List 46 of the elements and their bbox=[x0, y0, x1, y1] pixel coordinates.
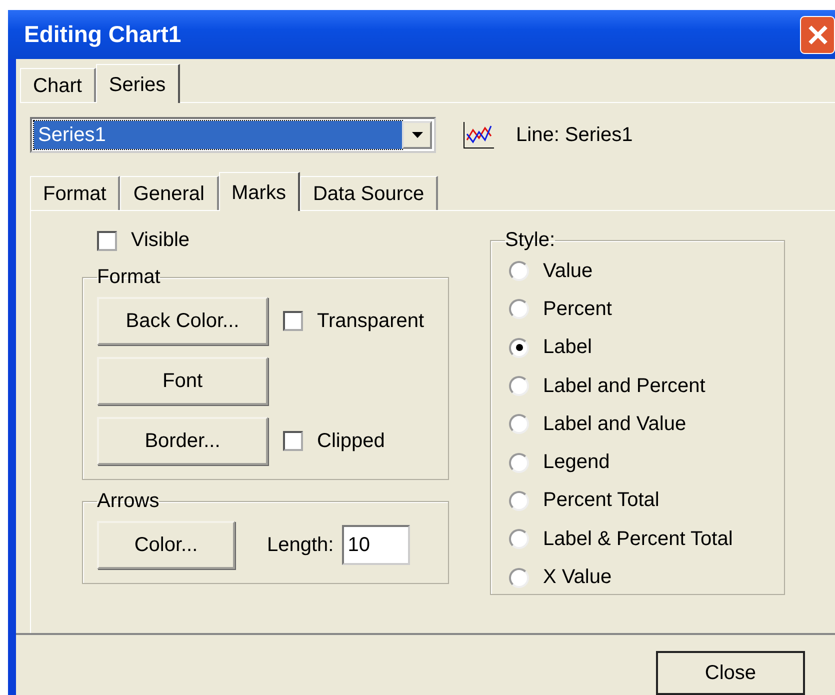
radio-button[interactable] bbox=[509, 529, 529, 550]
radio-label: Label & Percent Total bbox=[543, 528, 733, 551]
checkbox-label: Clipped bbox=[317, 430, 385, 452]
tab[interactable]: Series bbox=[96, 64, 180, 103]
caret-icon bbox=[412, 132, 422, 138]
length-label: Length: bbox=[267, 534, 334, 556]
tab[interactable]: Marks bbox=[218, 172, 300, 211]
group-title: Style: bbox=[505, 229, 556, 252]
tab[interactable]: Format bbox=[30, 176, 120, 210]
checkbox[interactable] bbox=[283, 311, 303, 331]
radio-label: Label and Percent bbox=[543, 374, 706, 398]
radio-button[interactable] bbox=[509, 299, 529, 320]
tab[interactable]: Data Source bbox=[300, 176, 438, 210]
tab[interactable]: Chart bbox=[20, 68, 96, 102]
close-icon[interactable] bbox=[800, 16, 835, 54]
radio-label: X Value bbox=[543, 566, 612, 590]
format-button[interactable]: Border... bbox=[97, 417, 268, 465]
format-button[interactable]: Back Color... bbox=[97, 297, 268, 345]
radio-button[interactable] bbox=[509, 261, 529, 282]
length-field[interactable]: 10 bbox=[342, 525, 410, 565]
radio-label: Label and Value bbox=[543, 412, 686, 436]
radio-button[interactable] bbox=[509, 490, 529, 511]
checkbox[interactable] bbox=[97, 230, 117, 250]
color-button[interactable]: Color... bbox=[97, 521, 235, 569]
group-title: Arrows bbox=[97, 490, 160, 513]
tab[interactable]: General bbox=[120, 176, 218, 210]
radio-button[interactable] bbox=[509, 376, 529, 396]
radio-label: Percent Total bbox=[543, 489, 660, 512]
radio-button[interactable] bbox=[509, 568, 529, 588]
series-label: Line: Series1 bbox=[516, 124, 633, 146]
radio-label: Legend bbox=[543, 451, 610, 474]
format-button[interactable]: Font bbox=[97, 357, 268, 405]
radio-label: Label bbox=[543, 336, 592, 360]
radio-button[interactable] bbox=[509, 338, 529, 358]
line-chart-icon bbox=[462, 120, 496, 150]
radio-button[interactable] bbox=[509, 452, 529, 473]
checkbox-label: Transparent bbox=[317, 310, 424, 332]
checkbox[interactable] bbox=[283, 431, 303, 451]
radio-label: Value bbox=[543, 260, 593, 283]
checkbox-label: Visible bbox=[131, 229, 190, 252]
group-title: Format bbox=[97, 266, 160, 289]
radio-label: Percent bbox=[543, 298, 612, 321]
series-dropdown[interactable]: Series1 bbox=[30, 117, 436, 153]
radio-button[interactable] bbox=[509, 414, 529, 434]
close-button[interactable]: Close bbox=[656, 651, 805, 695]
window-title: Editing Chart1 bbox=[24, 21, 182, 48]
